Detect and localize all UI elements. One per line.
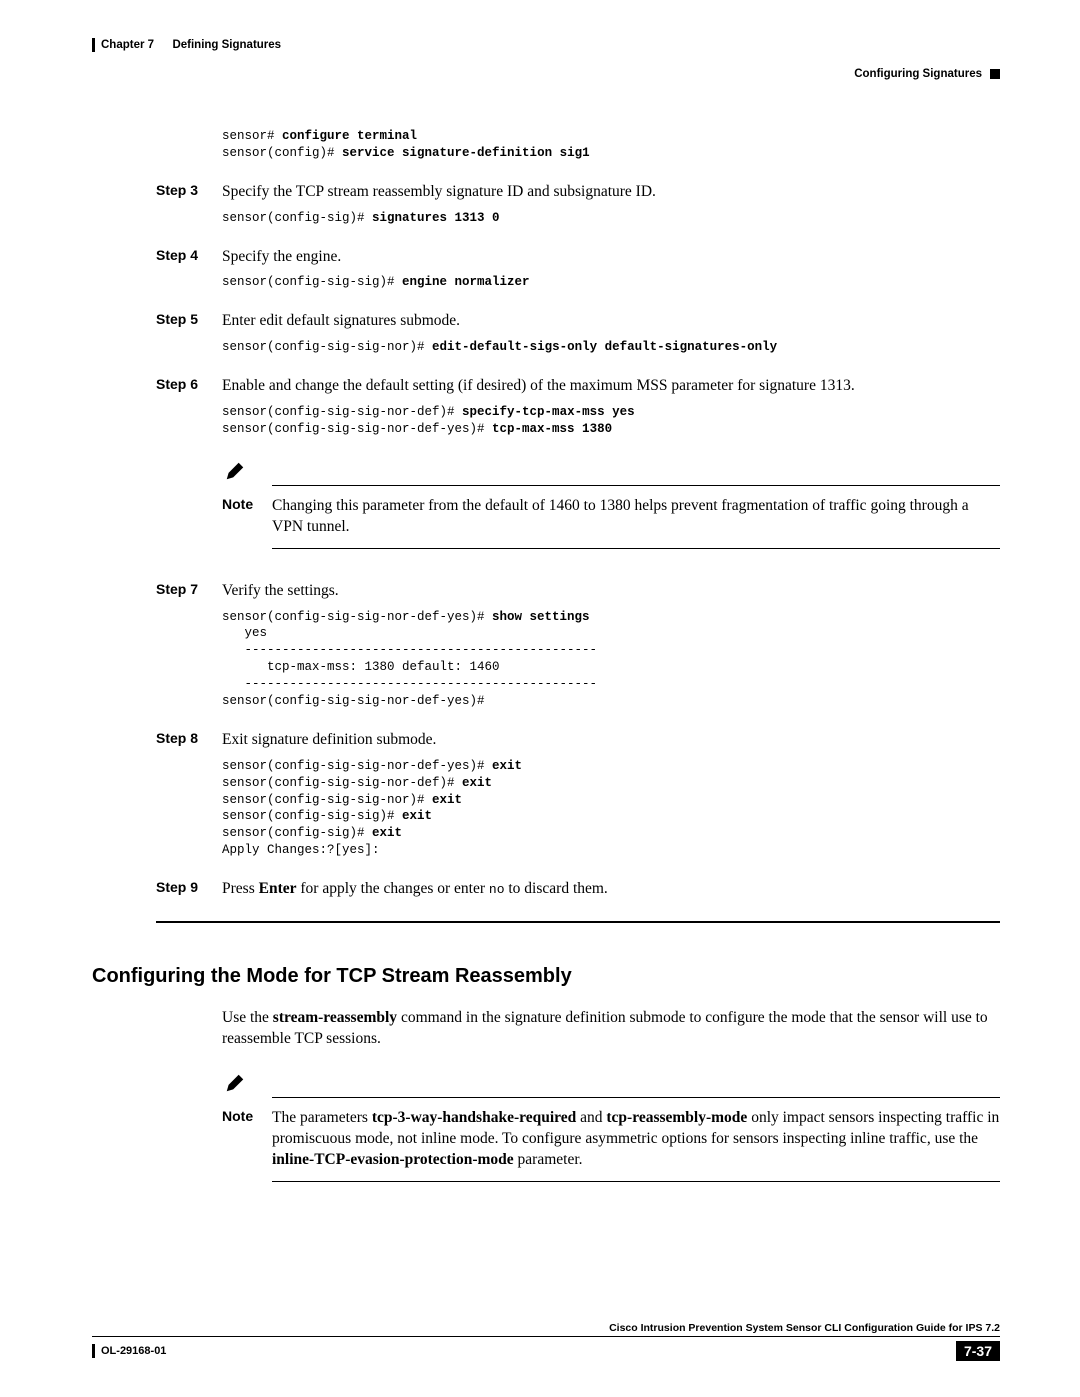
section-heading: Configuring the Mode for TCP Stream Reas…	[92, 965, 1000, 988]
code-block: sensor(config-sig-sig-nor-def-yes)# exit…	[222, 758, 1000, 859]
step-4: Step 4 Specify the engine. sensor(config…	[156, 247, 1000, 298]
note-text: The parameters tcp-3-way-handshake-requi…	[272, 1108, 1000, 1171]
footer-doc-id: OL-29168-01	[101, 1345, 166, 1357]
step-text: Enter edit default signatures submode.	[222, 311, 1000, 332]
note-label: Note	[222, 496, 272, 538]
header-bar-icon	[92, 38, 95, 52]
step-text: Press Enter for apply the changes or ent…	[222, 879, 1000, 900]
content-area: sensor# configure terminal sensor(config…	[156, 128, 1000, 923]
step-text: Exit signature definition submode.	[222, 730, 1000, 751]
step-8: Step 8 Exit signature definition submode…	[156, 730, 1000, 865]
step-5: Step 5 Enter edit default signatures sub…	[156, 311, 1000, 362]
code-block: sensor(config-sig-sig-nor-def)# specify-…	[222, 404, 1000, 438]
step-6: Step 6 Enable and change the default set…	[156, 376, 1000, 567]
step-3: Step 3 Specify the TCP stream reassembly…	[156, 182, 1000, 233]
footer-bar-icon	[92, 1344, 95, 1358]
code-block: sensor(config-sig-sig-nor)# edit-default…	[222, 339, 1000, 356]
note-pencil-icon	[224, 1072, 1000, 1099]
page-subheader: Configuring Signatures	[92, 68, 1000, 80]
step-text: Verify the settings.	[222, 581, 1000, 602]
page-header: Chapter 7 Defining Signatures	[92, 38, 1000, 52]
note-block: Note The parameters tcp-3-way-handshake-…	[222, 1072, 1000, 1182]
note-pencil-icon	[224, 460, 1000, 487]
square-icon	[990, 69, 1000, 79]
step-text: Specify the engine.	[222, 247, 1000, 268]
code-block: sensor(config-sig-sig-nor-def-yes)# show…	[222, 609, 1000, 710]
code-block: sensor(config-sig)# signatures 1313 0	[222, 210, 1000, 227]
step-label: Step 6	[156, 376, 222, 567]
step-text: Enable and change the default setting (i…	[222, 376, 1000, 397]
chapter-title: Defining Signatures	[172, 39, 281, 51]
page-footer: Cisco Intrusion Prevention System Sensor…	[92, 1322, 1000, 1361]
note-text: Changing this parameter from the default…	[272, 496, 1000, 538]
step-9: Step 9 Press Enter for apply the changes…	[156, 879, 1000, 907]
note-block: Note Changing this parameter from the de…	[222, 460, 1000, 549]
step-text: Specify the TCP stream reassembly signat…	[222, 182, 1000, 203]
step-label: Step 9	[156, 879, 222, 907]
section-paragraph: Use the stream-reassembly command in the…	[222, 1008, 1000, 1050]
step-7: Step 7 Verify the settings. sensor(confi…	[156, 581, 1000, 716]
code-block: sensor(config-sig-sig)# engine normalize…	[222, 274, 1000, 291]
section-divider	[156, 921, 1000, 923]
step-label: Step 4	[156, 247, 222, 298]
note-label: Note	[222, 1108, 272, 1171]
step-label: Step 5	[156, 311, 222, 362]
chapter-label: Chapter 7	[101, 39, 154, 51]
code-block: sensor# configure terminal sensor(config…	[222, 128, 1000, 162]
footer-doc-title: Cisco Intrusion Prevention System Sensor…	[609, 1322, 1000, 1334]
section-title: Configuring Signatures	[854, 68, 982, 80]
step-label: Step 3	[156, 182, 222, 233]
step-label: Step 7	[156, 581, 222, 716]
page-number: 7-37	[956, 1341, 1000, 1361]
step-label: Step 8	[156, 730, 222, 865]
